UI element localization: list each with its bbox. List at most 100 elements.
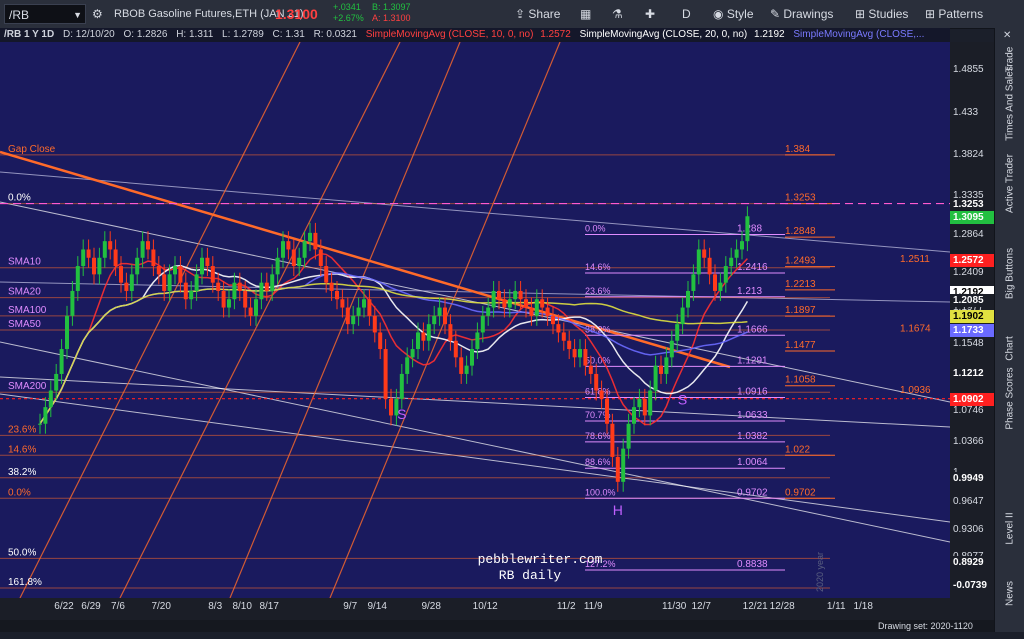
studies-button[interactable]: ⊞ Studies — [855, 4, 908, 24]
price-chart[interactable]: 0.0% 38.2% 50.0% 161.8% Gap Close SMA10 SMA20 S… — [0, 42, 950, 598]
candle-body — [432, 315, 437, 325]
candle-body — [426, 324, 431, 341]
settings-icon[interactable]: ⚙ — [92, 4, 103, 24]
candle-body — [383, 349, 388, 399]
share-button[interactable]: ⇪ Share — [515, 4, 560, 24]
candle-body — [119, 266, 123, 283]
crosshair-icon[interactable]: ✚ — [645, 4, 655, 24]
candle-body — [610, 423, 615, 457]
fib-level-label: SMA200 — [8, 381, 47, 392]
side-tab-active-trader[interactable]: Active Trader — [995, 148, 1024, 213]
drawings-button[interactable]: ✎ Drawings — [770, 4, 833, 24]
pencil-icon: ✎ — [770, 7, 784, 21]
date-tick-label: 8/10 — [232, 601, 252, 612]
candle-body — [48, 390, 53, 408]
fib-level-value: 1.1666 — [737, 324, 768, 335]
fan-line — [229, 42, 461, 598]
date-tick-label: 8/17 — [259, 601, 279, 612]
candle-body — [534, 299, 539, 316]
fib-level-label: 14.6% — [585, 262, 611, 272]
price-axis[interactable]: 1.4855 1.433 1.3824 1.3335 1.2864 1.2409 1.197… — [950, 42, 994, 598]
candle-body — [227, 299, 231, 308]
share-icon: ⇪ — [515, 7, 529, 21]
pattern-label: H — [613, 502, 623, 518]
price-tick-label: 1.0366 — [953, 436, 984, 448]
candle-body — [254, 299, 258, 316]
side-tab-times-and-sales[interactable]: Times And Sales — [995, 66, 1024, 141]
candle-body — [356, 307, 361, 316]
style-icon: ◉ — [713, 7, 727, 21]
style-button[interactable]: ◉ Style — [713, 4, 754, 24]
fib-level-label: SMA100 — [8, 305, 47, 316]
sma20-label[interactable]: SimpleMovingAvg (CLOSE, 20, 0, no) — [580, 29, 748, 40]
sma50-label[interactable]: SimpleMovingAvg (CLOSE,... — [793, 29, 924, 40]
patterns-button[interactable]: ⊞ Patterns — [925, 4, 983, 24]
fib-level-value: 1.0064 — [737, 457, 768, 468]
symbol-input[interactable]: /RB ▼ — [4, 4, 86, 24]
candle-body — [335, 290, 339, 300]
chart-subtitle: RB daily — [499, 568, 562, 583]
fan-line — [19, 42, 301, 598]
candle-body — [486, 307, 491, 316]
candle-body — [502, 299, 507, 308]
year-watermark: 2020 year — [815, 552, 825, 592]
candle-body — [378, 332, 383, 350]
candle-body — [162, 274, 167, 291]
fib-level-value: 1.384 — [785, 144, 810, 155]
candle-body — [524, 299, 528, 308]
date-tick-label: 11/2 — [556, 601, 576, 612]
candle-body — [605, 398, 609, 424]
drawing-set-label[interactable]: Drawing set: 2020-1120 — [878, 620, 973, 632]
chart-canvas[interactable]: 0.0% 38.2% 50.0% 161.8% Gap Close SMA10 SMA20 S… — [0, 42, 950, 598]
candle-body — [59, 349, 64, 374]
candle-body — [140, 241, 145, 258]
side-tab-level-ii[interactable]: Level II — [995, 493, 1024, 553]
side-tab-news[interactable]: News — [995, 558, 1024, 618]
date-tick-label: 1/18 — [853, 601, 873, 612]
candle-body — [691, 274, 696, 291]
side-tab-big-buttons[interactable]: Big Buttons — [995, 238, 1024, 299]
candle-body — [275, 257, 280, 275]
candle-body — [340, 299, 345, 308]
price-badge: 1.3253 — [950, 197, 994, 211]
price-badge: 0.9949 — [950, 471, 994, 485]
side-tab-label: News — [1004, 581, 1016, 607]
patterns-icon: ⊞ — [925, 7, 939, 21]
fib-level-value: 1.2493 — [785, 256, 816, 267]
candle-body — [135, 257, 140, 275]
candle-body — [540, 299, 545, 308]
fib-level-value: 1.2511 — [900, 254, 930, 265]
candle-body — [664, 357, 669, 374]
candle-body — [615, 456, 620, 482]
price-badge: 1.2085 — [950, 294, 994, 308]
chevron-down-icon[interactable]: ▼ — [73, 5, 82, 25]
grid-icon[interactable]: ▦ — [580, 4, 591, 24]
time-axis[interactable]: 6/22 6/29 7/6 7/20 8/3 8/10 8/17 9/7 9/14 9/28 10/… — [0, 598, 994, 620]
trend-line — [0, 393, 950, 523]
flask-icon[interactable]: ⚗ — [612, 4, 623, 24]
fib-level-label: 0.0% — [8, 193, 31, 204]
sma10-label[interactable]: SimpleMovingAvg (CLOSE, 10, 0, no) — [366, 29, 534, 40]
chart-label: /RB 1 Y 1D — [4, 29, 55, 40]
candle-body — [113, 249, 118, 267]
fib-level-label: 88.6% — [585, 457, 611, 467]
candle-body — [513, 290, 518, 300]
candle-body — [308, 232, 312, 242]
candle-body — [270, 274, 275, 291]
candle-body — [459, 357, 464, 374]
candle-body — [713, 274, 717, 291]
period-selector[interactable]: D — [682, 4, 691, 24]
candle-body — [54, 373, 59, 391]
fib-level-label: 23.6% — [585, 286, 611, 296]
candle-body — [497, 290, 501, 300]
candle-body — [367, 299, 372, 316]
side-tab-label: Times And Sales — [1004, 66, 1016, 141]
price-badge: -0.0739 — [950, 578, 994, 592]
candle-body — [583, 349, 588, 366]
candle-body — [124, 282, 129, 291]
bar-low: L: 1.2789 — [222, 29, 264, 40]
side-tab-phase-scores[interactable]: Phase Scores — [995, 363, 1024, 429]
fib-level-value: 1.2213 — [785, 279, 816, 290]
fib-level-label: 38.2% — [8, 467, 36, 478]
candle-body — [329, 282, 334, 291]
